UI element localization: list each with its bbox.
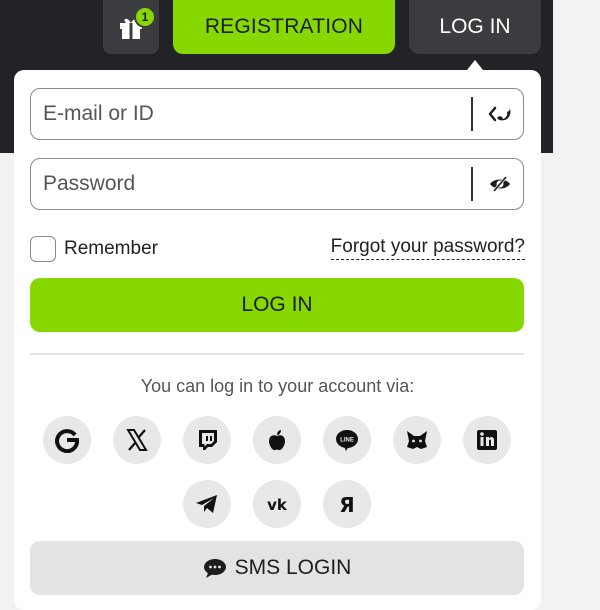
login-submit-button[interactable]: LOG IN <box>30 278 524 332</box>
dropdown-caret <box>467 60 483 70</box>
remember-row: Remember <box>30 235 158 263</box>
line-icon: LINE <box>336 430 358 451</box>
yandex-login-button[interactable]: Я <box>323 480 371 528</box>
registration-button[interactable]: REGISTRATION <box>173 0 395 54</box>
google-icon <box>55 429 80 453</box>
linkedin-icon <box>477 430 497 450</box>
sms-login-button[interactable]: SMS LOGIN <box>30 541 524 595</box>
telegram-icon <box>196 495 217 513</box>
password-field <box>30 158 524 210</box>
login-dropdown-panel: Remember Forgot your password? LOG IN Yo… <box>14 70 541 610</box>
twitch-login-button[interactable] <box>183 416 231 464</box>
vk-icon: vk <box>267 496 288 514</box>
metamask-login-button[interactable] <box>393 416 441 464</box>
toggle-password-visibility[interactable] <box>477 159 523 209</box>
apple-login-button[interactable] <box>253 416 301 464</box>
switch-to-phone-button[interactable] <box>477 89 523 139</box>
forgot-password-link[interactable]: Forgot your password? <box>330 235 525 260</box>
field-divider <box>471 167 473 201</box>
eye-slash-icon <box>490 176 510 192</box>
sms-login-label: SMS LOGIN <box>234 556 352 579</box>
yandex-icon: Я <box>339 493 354 517</box>
svg-text:Я: Я <box>339 493 354 517</box>
email-input[interactable] <box>43 89 453 139</box>
line-login-button[interactable]: LINE <box>323 416 371 464</box>
remember-checkbox[interactable] <box>30 236 56 262</box>
password-input[interactable] <box>43 159 453 209</box>
social-login-caption: You can log in to your account via: <box>140 376 415 396</box>
vk-login-button[interactable]: vk <box>253 480 301 528</box>
page-background <box>553 0 600 600</box>
field-divider <box>471 97 473 131</box>
email-field <box>30 88 524 140</box>
linkedin-login-button[interactable] <box>463 416 511 464</box>
x-icon <box>126 429 148 451</box>
phone-switch-icon <box>488 106 511 122</box>
telegram-login-button[interactable] <box>183 480 231 528</box>
apple-icon <box>269 430 285 451</box>
twitch-icon <box>199 430 217 450</box>
svg-text:LINE: LINE <box>340 438 354 444</box>
separator <box>30 353 524 355</box>
google-login-button[interactable] <box>43 416 91 464</box>
gift-count-badge: 1 <box>134 6 156 28</box>
remember-label: Remember <box>64 238 158 259</box>
x-login-button[interactable] <box>113 416 161 464</box>
chat-bubble-icon <box>203 559 226 578</box>
gift-button[interactable]: 1 <box>103 0 159 54</box>
header-login-button[interactable]: LOG IN <box>409 0 541 54</box>
svg-text:vk: vk <box>267 496 288 514</box>
metamask-icon <box>407 431 427 449</box>
